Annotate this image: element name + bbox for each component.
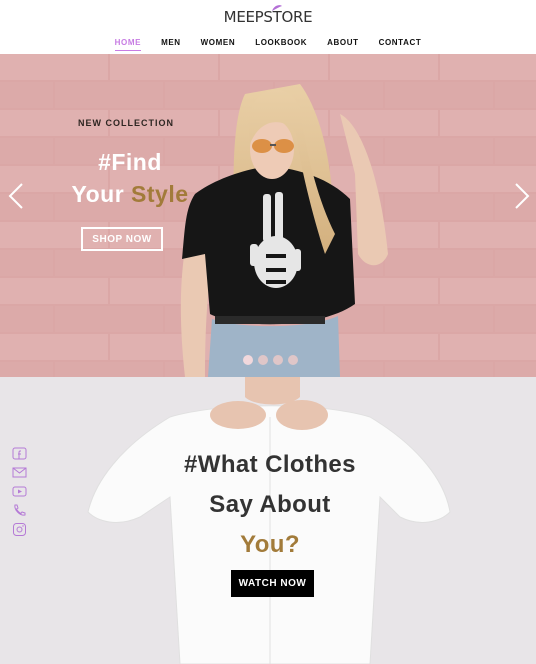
site-header: MEEPSTORE HOME MEN WOMEN LOOKBOOK ABOUT …	[0, 0, 536, 54]
phone-icon[interactable]	[12, 504, 27, 517]
youtube-icon[interactable]	[12, 485, 27, 498]
logo-text: MEEPSTORE	[223, 8, 313, 26]
slider-prev-arrow-icon[interactable]	[8, 182, 24, 210]
slider-dot-3[interactable]	[273, 355, 283, 365]
hero-eyebrow: NEW COLLECTION	[78, 118, 174, 128]
slider-dot-1[interactable]	[243, 355, 253, 365]
hero-slider: NEW COLLECTION #Find Your Style SHOP NOW	[0, 54, 536, 377]
feature-title: #What Clothes Say About You?	[170, 445, 370, 565]
logo[interactable]: MEEPSTORE	[0, 5, 536, 26]
hero-title-plain: Your	[71, 181, 132, 207]
nav-about[interactable]: ABOUT	[327, 38, 358, 47]
slider-next-arrow-icon[interactable]	[514, 182, 530, 210]
feature-title-line1: #What Clothes	[184, 451, 356, 478]
slider-dot-2[interactable]	[258, 355, 268, 365]
watch-now-button[interactable]: WATCH NOW	[231, 570, 314, 597]
facebook-icon[interactable]	[12, 447, 27, 460]
hero-title-accent: Style	[131, 181, 189, 207]
nav-contact[interactable]: CONTACT	[379, 38, 422, 47]
slider-dot-4[interactable]	[288, 355, 298, 365]
feature-banner: #What Clothes Say About You? WATCH NOW	[0, 377, 536, 664]
shop-now-button[interactable]: SHOP NOW	[81, 227, 163, 251]
nav-women[interactable]: WOMEN	[201, 38, 236, 47]
hero-image	[0, 54, 536, 377]
hero-title-line1: #Find	[98, 149, 162, 175]
hero-title-line2: Your Style	[55, 178, 205, 210]
social-links	[12, 447, 27, 536]
mail-icon[interactable]	[12, 466, 27, 479]
instagram-icon[interactable]	[12, 523, 27, 536]
nav-lookbook[interactable]: LOOKBOOK	[255, 38, 307, 47]
slider-dots	[243, 355, 298, 365]
main-nav: HOME MEN WOMEN LOOKBOOK ABOUT CONTACT	[0, 38, 536, 51]
nav-home[interactable]: HOME	[114, 38, 142, 51]
logo-leaf-icon	[272, 5, 282, 11]
nav-men[interactable]: MEN	[161, 38, 181, 47]
hero-title: #Find Your Style	[55, 146, 205, 210]
feature-title-line2: Say About	[209, 491, 331, 518]
feature-title-line3: You?	[240, 531, 300, 558]
